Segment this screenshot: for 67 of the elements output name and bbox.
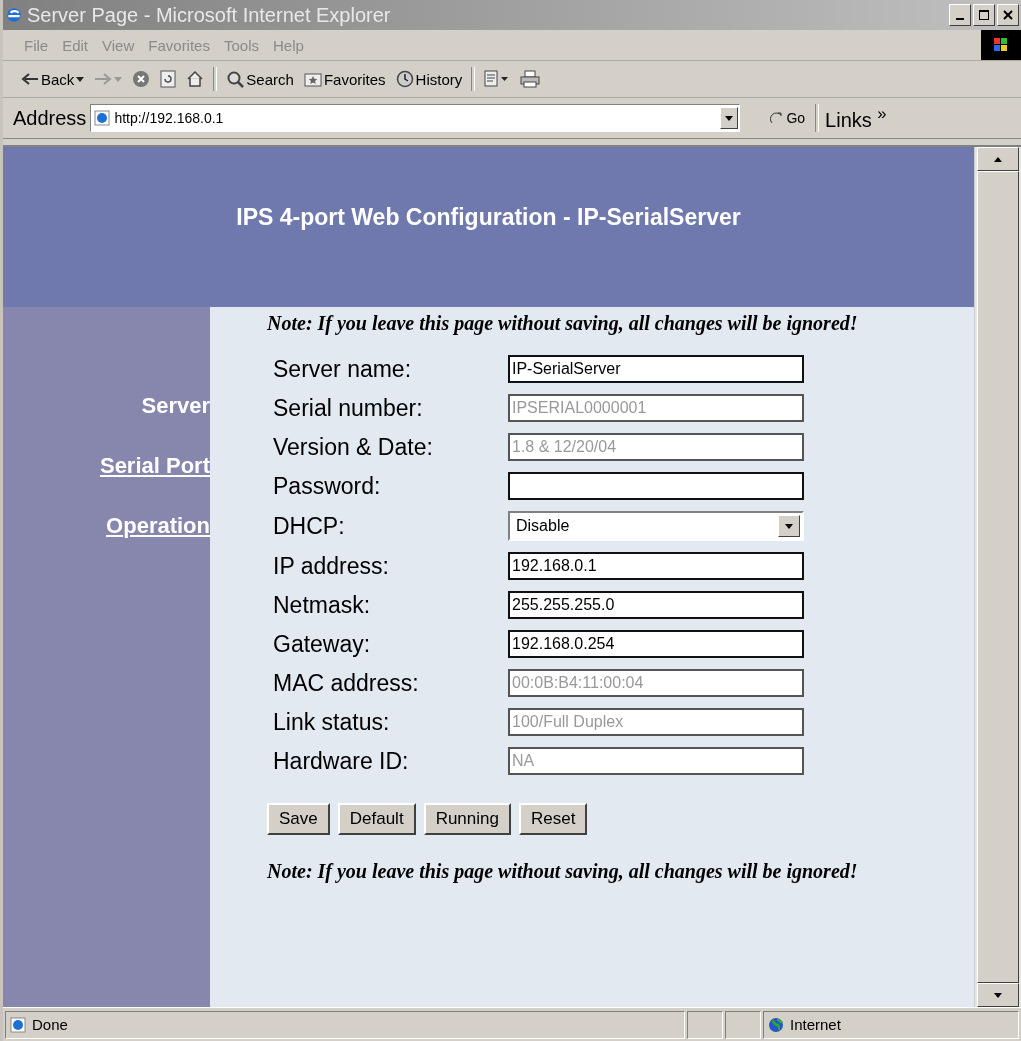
favorites-button[interactable]: Favorites [299,68,390,90]
document-icon [484,70,511,88]
field-label: Serial number: [273,394,424,422]
back-button[interactable]: Back [17,68,89,90]
arrow-icon [21,73,39,85]
page-icon [10,1016,26,1033]
field-label: MAC address: [273,669,420,697]
input-field[interactable]: 192.168.0.254 [508,630,804,658]
minimize-icon [956,18,964,20]
field-label: Link status: [273,708,391,736]
input-field[interactable]: IP-SerialServer [508,355,804,383]
form-button[interactable]: Save [267,803,330,835]
dropdown-field[interactable]: Disable [508,511,804,541]
go-button[interactable]: Go [764,109,812,127]
printer-icon [520,70,541,88]
field-label: Server name: [273,355,413,383]
curved-arrow-icon [770,111,785,125]
address-label: Address [13,106,87,130]
windows-logo-icon [981,30,1021,60]
stop-icon [132,70,151,88]
scroll-thumb[interactable] [977,171,1019,983]
arrow-icon [94,73,113,85]
page-icon [94,110,111,126]
form-button[interactable]: Default [337,803,416,835]
warning-note: Note: If you leave this page without saving, all changes will be ignored! [267,311,859,337]
page-heading: IPS 4-port Web Configuration - IP-SerialServer [236,203,741,231]
browser-icon [5,6,23,24]
home-icon [186,70,205,88]
caret-icon [114,76,123,82]
field-label: IP address: [273,552,390,580]
field-label: Password: [273,472,382,500]
dropdown-button[interactable] [720,107,739,129]
field-label: Version & Date: [273,433,434,461]
warning-note: Note: If you leave this page without saving, all changes will be ignored! [267,859,859,885]
form-button[interactable]: Reset [518,803,588,835]
close-icon [1003,10,1013,20]
caret-icon [785,523,793,529]
clock-icon [395,70,414,88]
scrollbar[interactable] [974,147,1021,1007]
scroll-up-icon [994,156,1002,162]
field-label: Netmask: [273,591,372,619]
form-button[interactable]: Running [423,803,511,835]
status-panel [725,1010,761,1039]
globe-icon [768,1016,784,1033]
history-button[interactable]: History [391,68,467,90]
maximize-button[interactable] [973,4,995,26]
search-button[interactable]: Search [222,68,298,90]
input-field[interactable] [508,472,804,500]
field-label: DHCP: [273,512,346,540]
field-label: Gateway: [273,630,372,658]
links-button[interactable]: Links $^{»}$ [823,104,889,132]
input-field[interactable]: 255.255.255.0 [508,591,804,619]
minimize-button[interactable] [949,4,971,26]
scroll-down-icon [994,992,1002,998]
maximize-icon [979,10,989,20]
status-panel [687,1010,723,1039]
search-icon [226,70,245,88]
input-field[interactable]: 192.168.0.1 [508,552,804,580]
caret-icon [76,76,85,82]
address-field[interactable]: http://192.168.0.1 [90,104,741,132]
status-text: Done [32,1016,68,1033]
close-button[interactable] [997,4,1019,26]
field-label: Hardware ID: [273,747,410,775]
caret-icon [725,115,734,121]
zone-text: Internet [790,1016,841,1033]
window-title: Server Page - Microsoft Internet Explorer [27,3,392,27]
refresh-icon [160,70,177,88]
